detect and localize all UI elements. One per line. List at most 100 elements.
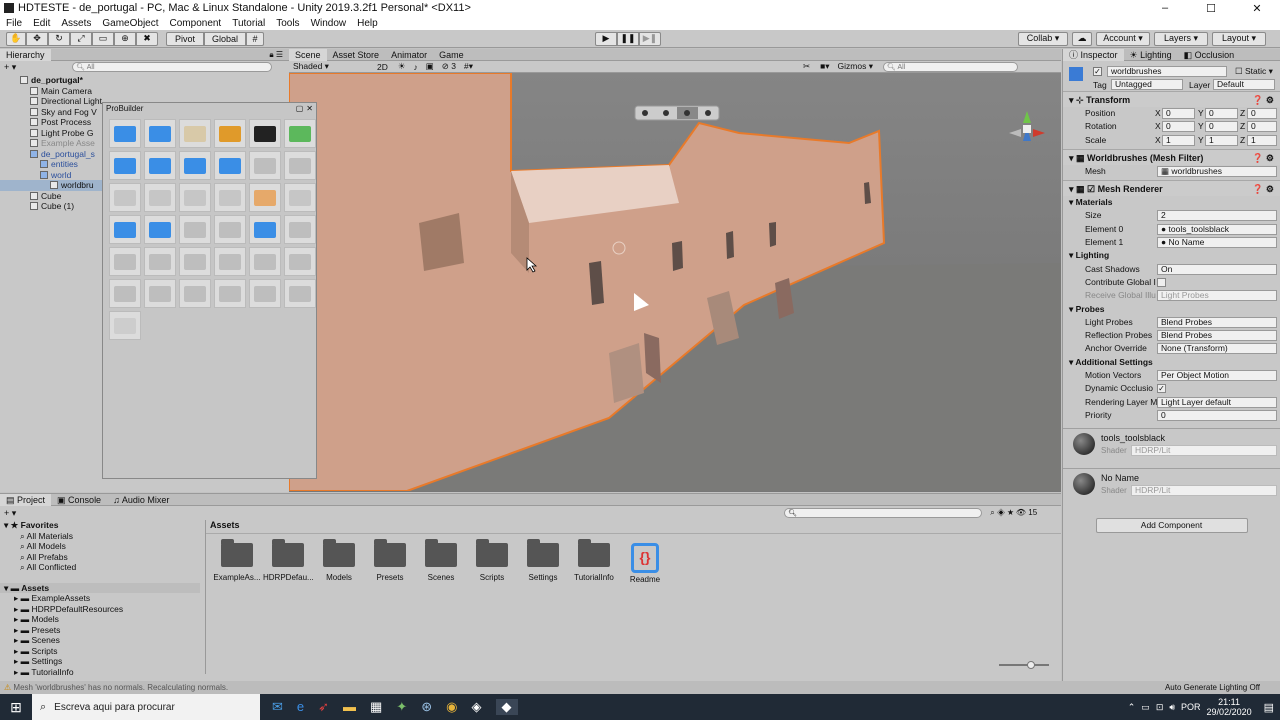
probes-foldout[interactable]: ▾ Probes: [1063, 303, 1280, 316]
create-dropdown[interactable]: + ▾: [4, 62, 16, 73]
pb-subdivide-faces-icon[interactable]: [214, 279, 246, 308]
menu-window[interactable]: Window: [311, 18, 347, 29]
favorite-item[interactable]: ⌕ All Prefabs: [0, 552, 200, 563]
object-name-input[interactable]: worldbrushes: [1107, 66, 1227, 77]
scene-viewport[interactable]: [289, 73, 1061, 491]
asset-folder-item[interactable]: ▸ ▬ HDRPDefaultResources: [0, 604, 200, 615]
collab-dropdown[interactable]: Collab ▾: [1018, 31, 1068, 46]
menu-gameobject[interactable]: GameObject: [102, 18, 158, 29]
gizmos-dropdown[interactable]: Gizmos ▾: [838, 61, 873, 72]
pb-flip-normals-icon[interactable]: [144, 151, 176, 180]
menu-assets[interactable]: Assets: [61, 18, 91, 29]
custom-tool-icon[interactable]: ✖: [136, 31, 158, 46]
pb-select-loop-icon[interactable]: [109, 247, 141, 276]
close-button[interactable]: ✕: [1234, 2, 1280, 15]
asset-folder[interactable]: Models: [314, 539, 364, 584]
shading-dropdown[interactable]: Shaded ▾: [289, 61, 369, 72]
probuilder-maximize-button[interactable]: ▢: [296, 104, 304, 113]
menu-edit[interactable]: Edit: [33, 18, 50, 29]
asset-folder-item[interactable]: ▸ ▬ TutorialInfo: [0, 667, 200, 678]
pb-select-ring-icon[interactable]: [144, 247, 176, 276]
tab-scene[interactable]: Scene: [289, 48, 327, 61]
asset-folder[interactable]: Scenes: [416, 539, 466, 584]
status-right-label[interactable]: Auto Generate Lighting Off: [1165, 681, 1260, 694]
project-filter-icons[interactable]: ⌕ ◈ ★ 👁︎ 15: [990, 508, 1037, 518]
receive-gi-dropdown[interactable]: Light Probes: [1157, 290, 1277, 302]
pb-mirror-objects-icon[interactable]: [109, 151, 141, 180]
asset-folder[interactable]: Presets: [365, 539, 415, 584]
pb-set-trigger-icon[interactable]: [109, 215, 141, 244]
tab-project[interactable]: ▤ Project: [0, 493, 52, 506]
position-x[interactable]: 0: [1162, 108, 1195, 119]
asset-folder[interactable]: Scripts: [467, 539, 517, 584]
pb-uv-auto-icon[interactable]: [144, 215, 176, 244]
probuilder-titlebar[interactable]: ProBuilder ▢ ✕: [103, 103, 316, 113]
pb-new-poly-shape-icon[interactable]: [144, 119, 176, 148]
hierarchy-item[interactable]: de_portugal*: [0, 75, 289, 86]
rotation-z[interactable]: 0: [1247, 121, 1277, 133]
pb-weld-icon[interactable]: [214, 215, 246, 244]
unity-hub-icon[interactable]: ◈: [472, 699, 482, 715]
grid-icon[interactable]: #▾: [464, 61, 473, 72]
pause-button[interactable]: ❚❚: [617, 31, 639, 46]
taskbar-search-input[interactable]: ⌕ Escreva aqui para procurar: [32, 694, 260, 720]
pb-uv-editor-icon[interactable]: [214, 119, 246, 148]
pb-freeze-transform-icon[interactable]: [284, 151, 316, 180]
motion-vectors-dropdown[interactable]: Per Object Motion: [1157, 370, 1277, 382]
material1-shader-dropdown[interactable]: HDRP/Lit: [1131, 445, 1277, 457]
scale-tool-icon[interactable]: ⤢: [70, 31, 92, 46]
project-search-input[interactable]: 🔍︎: [784, 508, 983, 518]
zoom-slider-handle[interactable]: [1027, 661, 1035, 669]
asset-folder[interactable]: HDRPDefau...: [263, 539, 314, 584]
contribute-gi-checkbox[interactable]: [1157, 277, 1166, 287]
hidden-layers-icon[interactable]: ⊘ 3: [442, 61, 456, 72]
display-icon[interactable]: ▭: [1141, 702, 1150, 713]
pb-connect-edges-icon[interactable]: [179, 247, 211, 276]
scale-y[interactable]: 1: [1205, 134, 1238, 146]
asset-folder-item[interactable]: ▸ ▬ Scenes: [0, 635, 200, 646]
pb-subdivide-object-icon[interactable]: [249, 151, 281, 180]
notifications-icon[interactable]: ▤: [1264, 701, 1274, 714]
pb-grow-selection-icon[interactable]: [249, 215, 281, 244]
tab-audio-mixer[interactable]: ♫ Audio Mixer: [107, 494, 175, 506]
project-create-dropdown[interactable]: + ▾: [4, 508, 16, 519]
materials-foldout[interactable]: ▾ Materials: [1063, 196, 1280, 209]
transform-tool-icon[interactable]: ⊕: [114, 31, 136, 46]
pb-merge-objects-icon[interactable]: [179, 151, 211, 180]
cloud-icon[interactable]: ☁: [1072, 31, 1092, 46]
pb-export-icon[interactable]: [214, 183, 246, 212]
pb-insert-edge-loop-icon[interactable]: [249, 247, 281, 276]
mail-icon[interactable]: ✉: [272, 699, 283, 715]
calculator-icon[interactable]: ▦: [370, 699, 382, 715]
app-red-icon[interactable]: ➶: [318, 699, 329, 715]
asset-folder-item[interactable]: ▸ ▬ ExampleAssets: [0, 593, 200, 604]
pb-smoothing-icon[interactable]: [284, 119, 316, 148]
pb-new-shape-icon[interactable]: [109, 119, 141, 148]
rendering-layer-dropdown[interactable]: Light Layer default: [1157, 396, 1277, 408]
asset-folder[interactable]: ExampleAs...: [212, 539, 262, 584]
mesh-renderer-menu-icon[interactable]: ❓ ⚙: [1252, 181, 1274, 197]
anchor-override-field[interactable]: None (Transform): [1157, 343, 1277, 355]
asset-folder-item[interactable]: ▸ ▬ Models: [0, 614, 200, 625]
mesh-renderer-header[interactable]: ▾ ▦ ☑ Mesh Renderer ❓ ⚙: [1063, 180, 1280, 197]
lighting-toggle-icon[interactable]: ☀: [398, 61, 406, 72]
mode-2d-button[interactable]: 2D: [377, 62, 388, 72]
move-tool-icon[interactable]: ✥: [26, 31, 48, 46]
pb-selection-tool-icon[interactable]: [249, 183, 281, 212]
tab-occlusion[interactable]: ◧ Occlusion: [1178, 49, 1241, 61]
asset-folder-item[interactable]: ▸ ▬ Settings: [0, 656, 200, 667]
pb-flip-face-icon[interactable]: [179, 279, 211, 308]
breadcrumb-label[interactable]: Assets: [210, 520, 240, 530]
tab-game[interactable]: Game: [433, 49, 470, 61]
minimize-button[interactable]: –: [1142, 2, 1188, 15]
layer-dropdown[interactable]: Default: [1213, 79, 1275, 90]
status-message[interactable]: Mesh 'worldbrushes' has no normals. Reca…: [13, 683, 228, 692]
pb-material-editor-icon[interactable]: [179, 119, 211, 148]
pb-triangulate-icon[interactable]: [179, 183, 211, 212]
windows-start-icon[interactable]: ⊞: [0, 699, 32, 716]
lighting-foldout[interactable]: ▾ Lighting: [1063, 249, 1280, 262]
size-input[interactable]: 2: [1157, 210, 1277, 222]
rotation-y[interactable]: 0: [1205, 121, 1238, 133]
pivot-toggle[interactable]: Pivot: [166, 31, 204, 46]
readme-asset[interactable]: {} Readme: [620, 543, 670, 584]
